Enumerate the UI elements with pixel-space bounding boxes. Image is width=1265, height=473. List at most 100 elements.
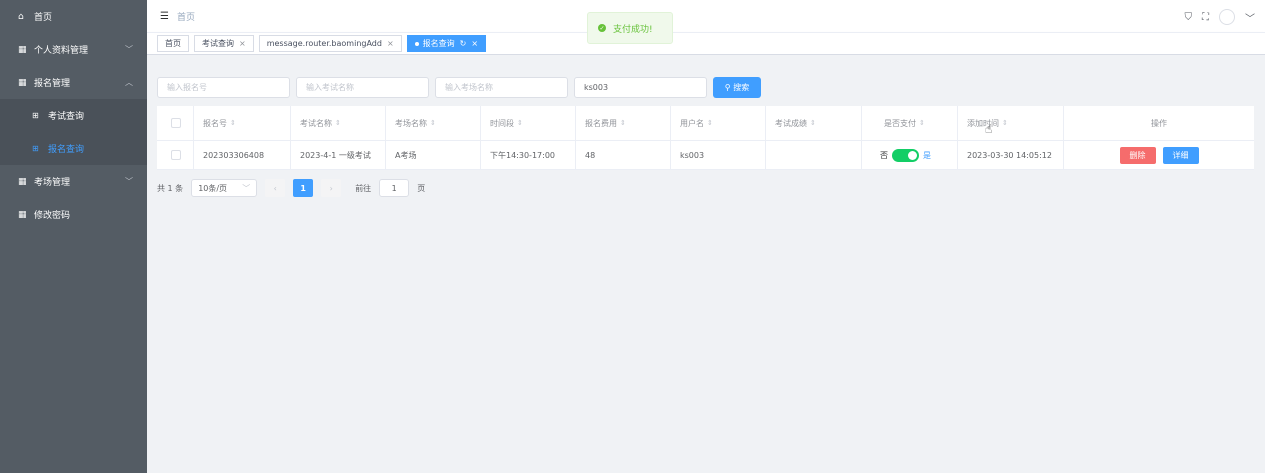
column-label: 时间段 <box>490 118 514 128</box>
sidebar-item-label: 考场管理 <box>34 178 71 188</box>
tags-view: 首页 考试查询 × message.router.baomingAdd × 报名… <box>147 33 1265 55</box>
pagination-total: 共 1 条 <box>157 183 184 193</box>
toast-message: 支付成功! <box>613 24 653 35</box>
enroll-no-input[interactable] <box>157 77 290 98</box>
search-icon: ⚲ <box>724 83 734 92</box>
header-checkbox[interactable] <box>157 106 194 140</box>
page-suffix: 页 <box>417 183 426 193</box>
tag-baoming-add[interactable]: message.router.baomingAdd × <box>258 35 402 52</box>
breadcrumb[interactable]: 首页 <box>177 10 195 23</box>
column-header[interactable]: 考试成绩 ⇕ <box>766 106 862 140</box>
sort-icon[interactable]: ⇕ <box>517 119 523 127</box>
sort-icon[interactable]: ⇕ <box>1002 119 1008 127</box>
close-icon[interactable]: × <box>471 39 478 48</box>
apps-icon: ⊞ <box>32 144 39 153</box>
row-checkbox[interactable] <box>171 150 181 160</box>
pagination: 共 1 条 10条/页 ﹀ ‹ 1 › 前往 页 <box>157 170 1255 206</box>
column-header[interactable]: 报名费用 ⇕ <box>576 106 671 140</box>
table-header: 报名号 ⇕ 考试名称 ⇕ 考场名称 ⇕ 时间段 ⇕ 报名费用 ⇕ 用户名 ⇕ 考试成绩 ⇕ 是… <box>157 106 1254 141</box>
sort-icon[interactable]: ⇕ <box>707 119 713 127</box>
sidebar-item-enroll[interactable]: ▦ 报名管理 ︿ <box>0 66 147 99</box>
sidebar-subitem-exam-query[interactable]: ⊞ 考试查询 <box>0 99 147 132</box>
column-header[interactable]: 用户名 ⇕ <box>671 106 766 140</box>
sort-icon[interactable]: ⇕ <box>430 119 436 127</box>
cell-time-slot: 下午14:30-17:00 <box>481 141 576 169</box>
room-name-input[interactable] <box>435 77 568 98</box>
sidebar-item-label: 个人资料管理 <box>34 46 89 56</box>
page-size-select[interactable]: 10条/页 ﹀ <box>191 179 258 197</box>
tag-home[interactable]: 首页 <box>157 35 189 52</box>
next-page-button[interactable]: › <box>321 179 342 197</box>
sidebar-item-password[interactable]: ▦ 修改密码 <box>0 198 147 231</box>
sidebar-item-profile[interactable]: ▦ 个人资料管理 ﹀ <box>0 33 147 66</box>
column-label: 考试名称 <box>300 118 332 128</box>
pointer-cursor-icon: ☝ <box>985 122 993 136</box>
chevron-up-icon: ︿ <box>125 78 133 87</box>
paid-switch-wrap: 否 是 <box>880 148 931 162</box>
tag-label: message.router.baomingAdd <box>266 39 382 48</box>
apps-icon: ⊞ <box>32 111 39 120</box>
sort-icon[interactable]: ⇕ <box>810 119 816 127</box>
goto-page-input[interactable] <box>379 179 410 197</box>
hamburger-icon[interactable]: ☰ <box>160 11 169 22</box>
column-header[interactable]: 考试名称 ⇕ <box>291 106 386 140</box>
cell-exam-name: 2023-4-1 一级考试 <box>291 141 386 169</box>
tag-label: 首页 <box>165 39 181 48</box>
chevron-down-icon[interactable]: ﹀ <box>1245 10 1255 25</box>
switch-on-label: 是 <box>923 150 931 160</box>
avatar[interactable] <box>1219 9 1235 25</box>
column-label: 操作 <box>1151 118 1167 128</box>
cell-room-name: A考场 <box>386 141 481 169</box>
sort-icon[interactable]: ⇕ <box>919 119 925 127</box>
delete-button[interactable]: 删除 <box>1119 146 1156 164</box>
column-header[interactable]: 时间段 ⇕ <box>481 106 576 140</box>
sidebar-item-label: 报名管理 <box>34 79 71 89</box>
column-label: 添加时间 <box>967 118 999 128</box>
column-label: 用户名 <box>680 118 704 128</box>
sort-icon[interactable]: ⇕ <box>230 119 236 127</box>
sidebar-subitem-enroll-query[interactable]: ⊞ 报名查询 <box>0 132 147 165</box>
column-header[interactable]: 考场名称 ⇕ <box>386 106 481 140</box>
tag-enroll-query[interactable]: 报名查询 ↻ × <box>406 35 487 52</box>
sidebar-item-label: 首页 <box>34 13 53 23</box>
chevron-down-icon: ﹀ <box>242 183 251 193</box>
select-all-checkbox[interactable] <box>171 118 181 128</box>
cell-actions: 删除 详细 <box>1064 141 1254 169</box>
active-dot-icon <box>414 41 419 46</box>
sidebar: ⌂ 首页 ▦ 个人资料管理 ﹀ ▦ 报名管理 ︿ ⊞ 考试查询 ⊞ 报名查询 ▦… <box>0 0 147 473</box>
sidebar-item-room[interactable]: ▦ 考场管理 ﹀ <box>0 165 147 198</box>
navbar: ☰ 首页 ⛉ ⛶ ﹀ <box>147 0 1265 33</box>
sidebar-item-home[interactable]: ⌂ 首页 <box>0 0 147 33</box>
close-icon[interactable]: × <box>387 39 394 48</box>
fullscreen-icon[interactable]: ⛶ <box>1202 12 1209 23</box>
tag-label: 考试查询 <box>202 39 234 48</box>
column-header[interactable]: 是否支付 ⇕ <box>862 106 958 140</box>
switch-off-label: 否 <box>880 150 888 160</box>
cell-enroll-no: 202303306408 <box>194 141 291 169</box>
refresh-icon[interactable]: ↻ <box>460 39 467 48</box>
page-number[interactable]: 1 <box>293 179 314 197</box>
column-header: 操作 <box>1064 106 1254 140</box>
search-button[interactable]: ⚲ 搜索 <box>713 77 761 98</box>
detail-button[interactable]: 详细 <box>1162 146 1199 164</box>
tag-exam-query[interactable]: 考试查询 × <box>194 35 254 52</box>
prev-page-button[interactable]: ‹ <box>265 179 286 197</box>
table-row: 202303306408 2023-4-1 一级考试 A考场 下午14:30-1… <box>157 141 1254 170</box>
close-icon[interactable]: × <box>239 39 246 48</box>
grid-icon: ▦ <box>18 176 27 187</box>
cell-username: ks003 <box>671 141 766 169</box>
shirt-icon[interactable]: ⛉ <box>1185 12 1193 23</box>
exam-name-input[interactable] <box>296 77 429 98</box>
check-circle-icon: ✓ <box>598 24 606 32</box>
column-header[interactable]: 添加时间 ⇕ <box>958 106 1064 140</box>
sort-icon[interactable]: ⇕ <box>335 119 341 127</box>
sort-icon[interactable]: ⇕ <box>620 119 626 127</box>
chevron-down-icon: ﹀ <box>125 45 133 54</box>
paid-switch[interactable] <box>892 148 919 162</box>
column-header[interactable]: 报名号 ⇕ <box>194 106 291 140</box>
row-checkbox-cell[interactable] <box>157 141 194 169</box>
username-input[interactable] <box>574 77 707 98</box>
sidebar-item-label: 修改密码 <box>34 211 71 221</box>
content-area: ⚲ 搜索 报名号⇕ 考试名称⇕ 考场名称⇕ 时间段⇕ 报名费用⇕ 用户名⇕ 考试… <box>147 55 1265 473</box>
sidebar-subitem-label: 考试查询 <box>48 112 85 122</box>
